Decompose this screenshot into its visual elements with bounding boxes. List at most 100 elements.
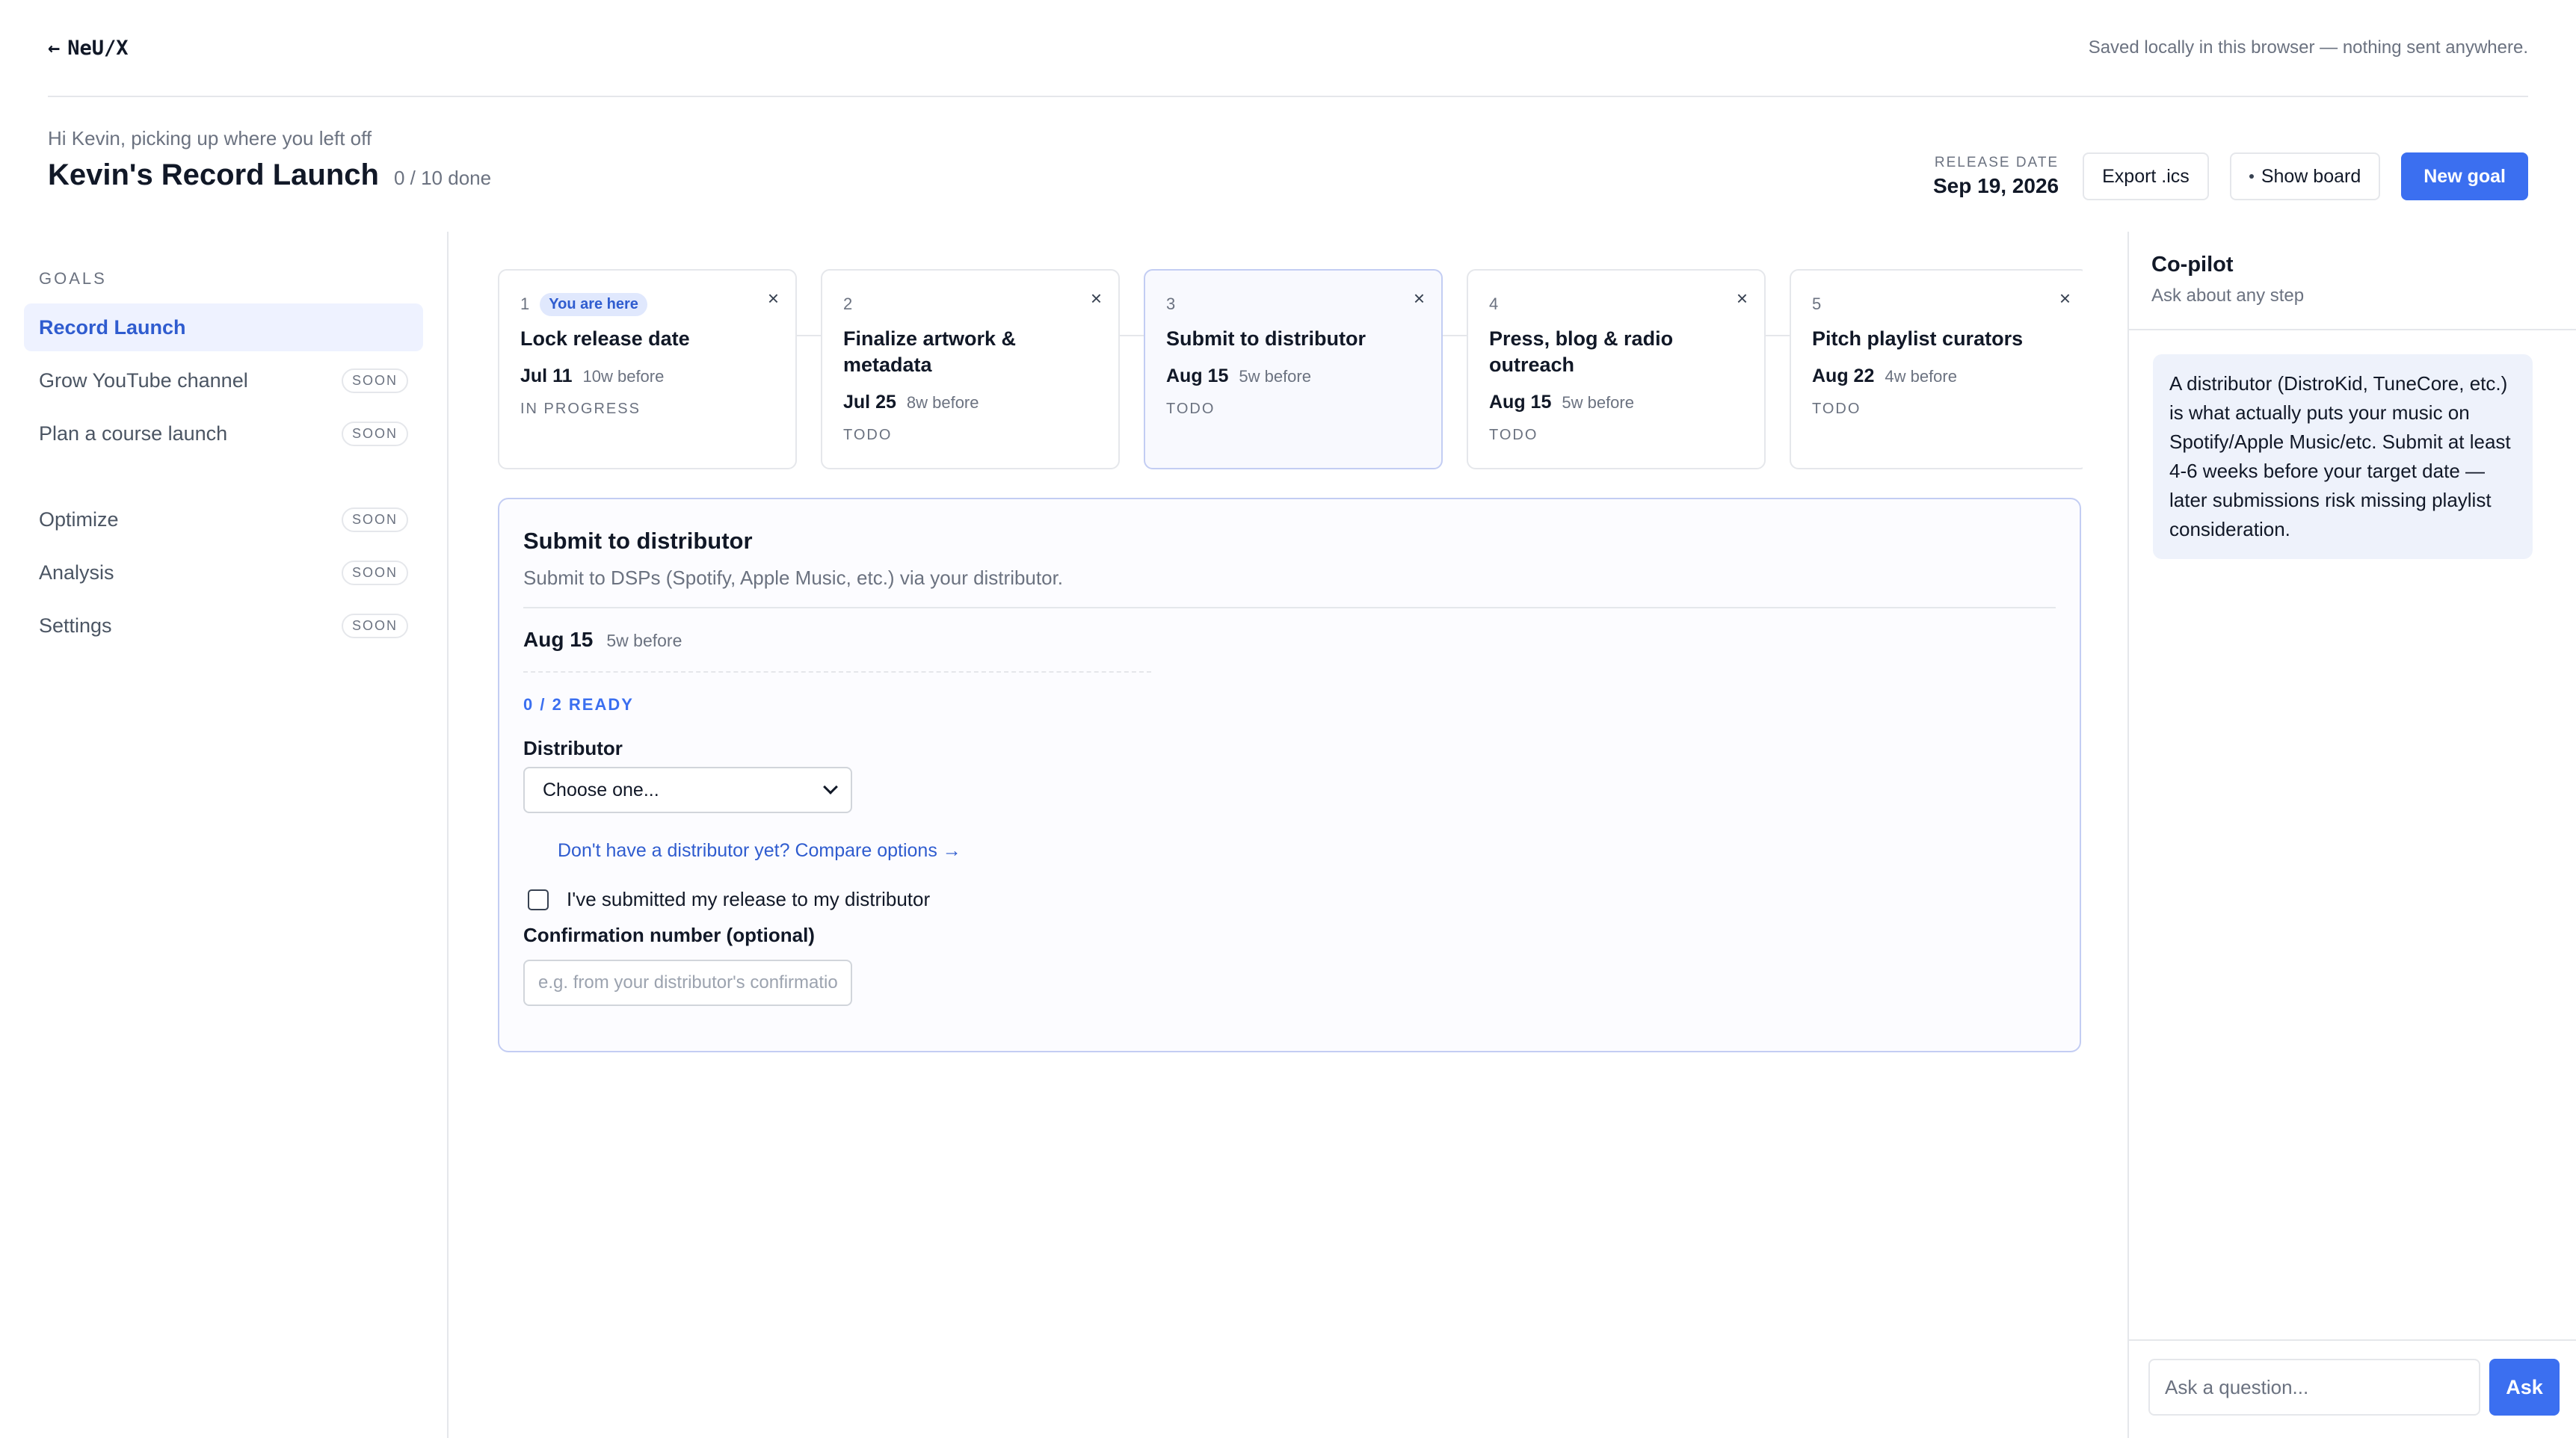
soon-badge: SOON xyxy=(341,368,408,393)
step-date: Aug 15 xyxy=(1489,392,1552,413)
step-date: Aug 15 xyxy=(1166,365,1229,387)
sidebar-item-label: Optimize xyxy=(39,507,119,531)
step-status: TODO xyxy=(843,427,893,444)
close-icon[interactable]: × xyxy=(1737,287,1748,310)
detail-relative-time: 5w before xyxy=(606,631,682,650)
page-title: Kevin's Record Launch xyxy=(48,158,379,191)
copilot-title: Co-pilot xyxy=(2151,253,2234,277)
step-connector xyxy=(797,335,824,336)
step-connector xyxy=(1766,335,1793,336)
close-icon[interactable]: × xyxy=(2059,287,2071,310)
close-icon[interactable]: × xyxy=(1414,287,1425,310)
step-header: 2 xyxy=(843,293,1097,315)
step-number: 5 xyxy=(1812,294,1822,313)
copilot-panel: Co-pilot Ask about any step A distributo… xyxy=(2127,232,2576,1438)
step-card-pitch-playlist[interactable]: 5 × Pitch playlist curators Aug 22 4w be… xyxy=(1790,269,2083,469)
new-goal-button[interactable]: New goal xyxy=(2401,152,2528,200)
step-relative-time: 4w before xyxy=(1885,367,1957,386)
close-icon[interactable]: × xyxy=(768,287,779,310)
step-connector xyxy=(1120,335,1147,336)
goal-header: Hi Kevin, picking up where you left off … xyxy=(48,120,2528,217)
detail-date: Aug 15 xyxy=(523,628,594,651)
distributor-label: Distributor xyxy=(523,737,623,759)
you-are-here-badge: You are here xyxy=(540,292,647,316)
detail-description: Submit to DSPs (Spotify, Apple Music, et… xyxy=(523,567,1064,589)
copilot-subtitle: Ask about any step xyxy=(2151,286,2305,306)
release-date-block: RELEASE DATE Sep 19, 2026 xyxy=(1933,155,2059,198)
show-board-button[interactable]: Show board xyxy=(2229,152,2381,200)
title-row: Kevin's Record Launch 0 / 10 done xyxy=(48,158,491,192)
step-number: 4 xyxy=(1489,294,1499,313)
soon-badge: SOON xyxy=(341,613,408,638)
compare-distributors-link[interactable]: Don't have a distributor yet? Compare op… xyxy=(558,840,961,862)
sidebar-item-optimize[interactable]: Optimize SOON xyxy=(24,496,423,543)
confirmation-number-input[interactable] xyxy=(523,960,852,1006)
step-connector xyxy=(1443,335,1470,336)
step-card-finalize-artwork[interactable]: 2 × Finalize artwork & metadata Jul 25 8… xyxy=(821,269,1120,469)
copilot-message: A distributor (DistroKid, TuneCore, etc.… xyxy=(2153,354,2533,559)
step-number: 1 xyxy=(520,294,530,313)
step-title: Lock release date xyxy=(520,327,690,350)
ask-question-input[interactable] xyxy=(2148,1359,2480,1416)
step-status: TODO xyxy=(1166,401,1215,418)
goals-heading: GOALS xyxy=(39,269,107,288)
chevron-down-icon xyxy=(823,780,838,794)
step-card-submit-to-distributor[interactable]: 3 × Submit to distributor Aug 15 5w befo… xyxy=(1144,269,1443,469)
step-status: TODO xyxy=(1812,401,1861,418)
show-board-label: Show board xyxy=(2261,165,2361,187)
sidebar-item-label: Grow YouTube channel xyxy=(39,368,248,392)
step-header: 4 xyxy=(1489,293,1743,315)
submitted-checkbox-row[interactable]: I've submitted my release to my distribu… xyxy=(528,888,930,911)
sidebar-item-analysis[interactable]: Analysis SOON xyxy=(24,549,423,596)
step-header: 5 xyxy=(1812,293,2066,315)
confirmation-label: Confirmation number (optional) xyxy=(523,924,815,946)
step-date: Jul 25 xyxy=(843,392,896,413)
top-bar: ← NeU/X Saved locally in this browser — … xyxy=(48,0,2528,97)
step-date-row: Jul 25 8w before xyxy=(843,392,1097,413)
divider xyxy=(523,607,2056,608)
saved-locally-note: Saved locally in this browser — nothing … xyxy=(2088,37,2528,58)
arrow-left-icon: ← xyxy=(48,36,61,60)
sidebar-item-settings[interactable]: Settings SOON xyxy=(24,602,423,649)
release-date-label: RELEASE DATE xyxy=(1934,155,2059,170)
brand-name: NeU/X xyxy=(67,36,129,60)
step-number: 3 xyxy=(1166,294,1176,313)
greeting-text: Hi Kevin, picking up where you left off xyxy=(48,127,372,149)
submitted-checkbox[interactable] xyxy=(528,889,549,910)
step-status: IN PROGRESS xyxy=(520,401,641,418)
distributor-select[interactable]: Choose one... xyxy=(523,767,852,813)
back-to-home-link[interactable]: ← NeU/X xyxy=(48,37,129,60)
dot-icon xyxy=(2249,174,2254,179)
export-ics-button[interactable]: Export .ics xyxy=(2083,152,2209,200)
app-page: ← NeU/X Saved locally in this browser — … xyxy=(0,0,2576,1438)
copilot-header: Co-pilot Ask about any step xyxy=(2129,232,2576,330)
step-relative-time: 8w before xyxy=(906,393,979,413)
ask-button[interactable]: Ask xyxy=(2489,1359,2560,1416)
close-icon[interactable]: × xyxy=(1091,287,1102,310)
ready-count: 0 / 2 READY xyxy=(523,695,634,714)
progress-count: 0 / 10 done xyxy=(393,167,492,189)
step-status: TODO xyxy=(1489,427,1538,444)
sidebar-item-label: Record Launch xyxy=(39,315,186,339)
soon-badge: SOON xyxy=(341,421,408,446)
submitted-checkbox-label: I've submitted my release to my distribu… xyxy=(567,888,931,910)
step-date-row: Jul 11 10w before xyxy=(520,365,774,387)
sidebar-item-grow-youtube[interactable]: Grow YouTube channel SOON xyxy=(24,357,423,404)
step-card-lock-release-date[interactable]: 1 You are here × Lock release date Jul 1… xyxy=(498,269,797,469)
sidebar-item-course-launch[interactable]: Plan a course launch SOON xyxy=(24,410,423,457)
sidebar-item-record-launch[interactable]: Record Launch xyxy=(24,303,423,351)
step-relative-time: 5w before xyxy=(1239,367,1311,386)
header-actions: RELEASE DATE Sep 19, 2026 Export .ics Sh… xyxy=(1933,152,2528,200)
sidebar-item-label: Plan a course launch xyxy=(39,422,228,445)
step-header: 3 xyxy=(1166,293,1420,315)
steps-strip[interactable]: 1 You are here × Lock release date Jul 1… xyxy=(498,269,2083,469)
step-relative-time: 5w before xyxy=(1562,393,1634,413)
detail-date-row: Aug 15 5w before xyxy=(523,628,682,652)
step-title: Press, blog & radio outreach xyxy=(1489,327,1674,377)
detail-title: Submit to distributor xyxy=(523,528,753,554)
step-title: Finalize artwork & metadata xyxy=(843,327,1017,377)
step-relative-time: 10w before xyxy=(582,367,665,386)
step-card-press-outreach[interactable]: 4 × Press, blog & radio outreach Aug 15 … xyxy=(1467,269,1766,469)
copilot-composer: Ask xyxy=(2129,1339,2576,1438)
step-date: Aug 22 xyxy=(1812,365,1875,387)
